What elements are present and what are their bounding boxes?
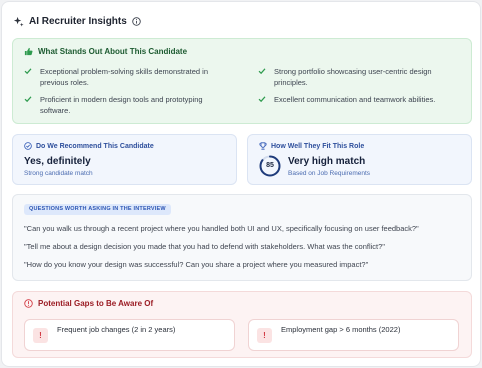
potential-gaps-section: Potential Gaps to Be Aware Of ! Frequent… [12, 291, 472, 358]
fit-card: How Well They Fit This Role 85 Very high… [247, 134, 472, 185]
gap-text: Employment gap > 6 months (2022) [281, 325, 401, 334]
recommendation-card: Do We Recommend This Candidate Yes, defi… [12, 134, 237, 185]
recommendation-sub: Strong candidate match [24, 170, 93, 177]
card-header: AI Recruiter Insights [13, 14, 141, 28]
check-circle-icon [24, 142, 32, 150]
fit-label-row: How Well They Fit This Role [259, 142, 364, 150]
standout-text: Strong portfolio showcasing user-centric… [274, 67, 432, 87]
question-item: "Tell me about a design decision you mad… [24, 242, 385, 251]
gaps-header: Potential Gaps to Be Aware Of [24, 299, 153, 308]
warning-icon: ! [257, 328, 272, 343]
recommendation-label: Do We Recommend This Candidate [36, 142, 154, 150]
standout-item: Exceptional problem-solving skills demon… [24, 66, 229, 88]
sparkle-icon [13, 16, 24, 27]
fit-value: Very high match [288, 156, 366, 167]
standout-item: Excellent communication and teamwork abi… [258, 94, 463, 105]
check-icon [258, 96, 266, 103]
trophy-icon [259, 142, 267, 150]
gap-item: ! Employment gap > 6 months (2022) [248, 319, 459, 351]
recommendation-label-row: Do We Recommend This Candidate [24, 142, 154, 150]
gaps-title: Potential Gaps to Be Aware Of [38, 299, 154, 308]
standout-text: Excellent communication and teamwork abi… [274, 95, 436, 104]
standout-item: Proficient in modern design tools and pr… [24, 94, 229, 116]
card-title: AI Recruiter Insights [29, 15, 127, 27]
alert-circle-icon [24, 299, 33, 308]
check-icon [24, 96, 32, 103]
check-icon [258, 68, 266, 75]
interview-questions-section: QUESTIONS WORTH ASKING IN THE INTERVIEW … [12, 194, 472, 281]
gap-item: ! Frequent job changes (2 in 2 years) [24, 319, 235, 351]
question-item: "How do you know your design was success… [24, 260, 369, 269]
question-item: "Can you walk us through a recent projec… [24, 224, 419, 233]
ai-recruiter-insights-card: AI Recruiter Insights What Stands Out Ab… [1, 1, 481, 367]
fit-label: How Well They Fit This Role [271, 142, 365, 150]
standouts-header: What Stands Out About This Candidate [24, 47, 187, 56]
info-icon[interactable] [132, 16, 141, 26]
fit-score: 85 [266, 162, 274, 169]
fit-sub: Based on Job Requirements [288, 170, 371, 177]
standout-text: Exceptional problem-solving skills demon… [40, 67, 208, 87]
check-icon [24, 68, 32, 75]
gap-text: Frequent job changes (2 in 2 years) [57, 325, 176, 334]
questions-badge: QUESTIONS WORTH ASKING IN THE INTERVIEW [24, 204, 171, 215]
standouts-title: What Stands Out About This Candidate [38, 47, 188, 56]
recommendation-value: Yes, definitely [24, 156, 91, 167]
standout-item: Strong portfolio showcasing user-centric… [258, 66, 463, 88]
standout-text: Proficient in modern design tools and pr… [40, 95, 203, 115]
thumbs-up-icon [24, 47, 33, 56]
warning-icon: ! [33, 328, 48, 343]
standouts-section: What Stands Out About This Candidate Exc… [12, 38, 472, 124]
